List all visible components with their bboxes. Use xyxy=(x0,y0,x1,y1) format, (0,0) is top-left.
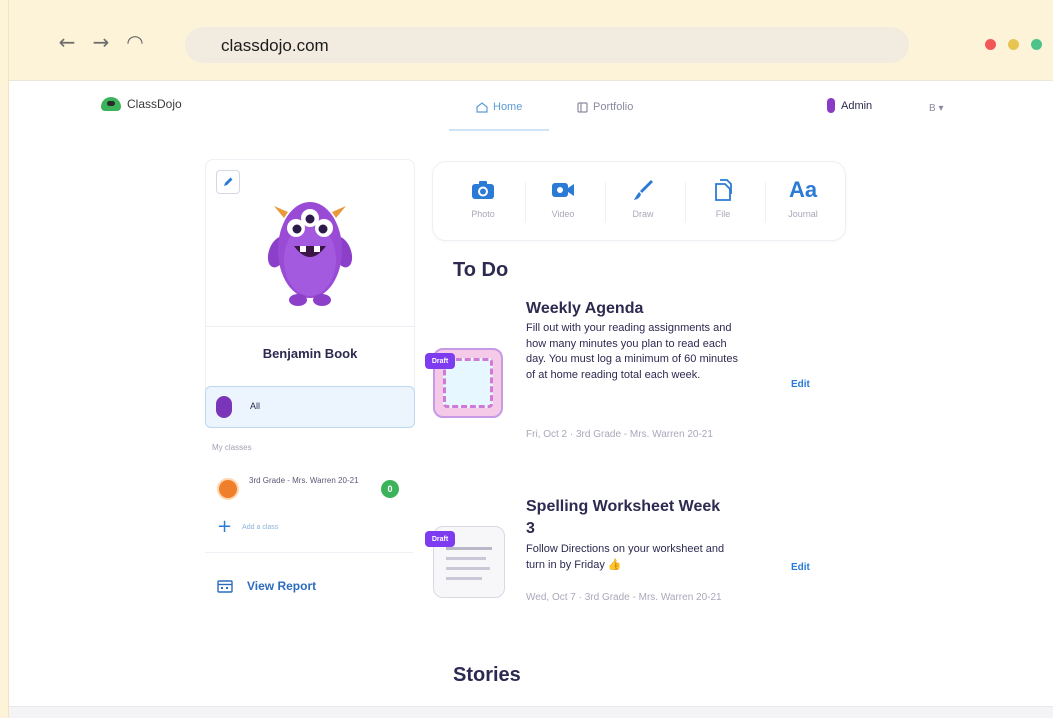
task-title: Spelling Worksheet Week 3 xyxy=(526,498,721,537)
post-composer-toolbar: Photo Video Draw File Aa Journal xyxy=(432,161,846,241)
window-minimize-dot[interactable] xyxy=(1008,39,1019,50)
add-class-button[interactable]: + Add a class xyxy=(217,518,278,536)
tool-divider xyxy=(685,182,686,222)
journal-tool-button[interactable]: Aa Journal xyxy=(773,176,833,219)
todo-item[interactable]: Draft Spelling Worksheet Week 3 Follow D… xyxy=(425,494,845,644)
classdojo-app: ClassDojo Home Portfolio Admin B ▾ Benja… xyxy=(9,81,1053,706)
tool-divider xyxy=(525,182,526,222)
view-report-label: View Report xyxy=(247,579,317,593)
logo-text: ClassDojo xyxy=(127,97,182,111)
language-dropdown[interactable]: B ▾ xyxy=(929,103,943,114)
draw-tool-button[interactable]: Draw xyxy=(613,176,673,219)
active-tab-indicator xyxy=(449,129,549,131)
window-maximize-dot[interactable] xyxy=(1031,39,1042,50)
video-tool-label: Video xyxy=(551,209,575,219)
photo-tool-label: Photo xyxy=(471,209,495,219)
calendar-icon xyxy=(217,580,233,593)
student-selector-all[interactable]: All xyxy=(205,386,415,428)
video-tool-button[interactable]: Video xyxy=(533,176,593,219)
camera-icon xyxy=(472,181,494,199)
task-description: Fill out with your reading assignments a… xyxy=(526,322,738,381)
portfolio-icon xyxy=(577,101,588,113)
task-meta: Fri, Oct 2 · 3rd Grade - Mrs. Warren 20-… xyxy=(526,429,713,440)
plus-icon: + xyxy=(217,516,233,537)
monster-avatar-icon xyxy=(267,202,353,306)
pencil-icon xyxy=(224,177,233,186)
class-name: 3rd Grade - Mrs. Warren 20-21 xyxy=(249,476,359,485)
student-name: Benjamin Book xyxy=(262,346,358,361)
draft-badge: Draft xyxy=(425,353,455,369)
class-points-badge: 0 xyxy=(381,480,399,498)
tool-divider xyxy=(605,182,606,222)
todo-heading: To Do xyxy=(453,259,509,281)
dojo-logo-icon xyxy=(101,97,121,111)
video-icon xyxy=(552,183,574,197)
sidebar-divider xyxy=(205,552,413,553)
add-class-label: Add a class xyxy=(242,523,279,531)
file-tool-button[interactable]: File xyxy=(693,176,753,219)
draft-badge: Draft xyxy=(425,531,455,547)
journal-icon: Aa xyxy=(788,177,818,202)
stories-heading: Stories xyxy=(453,664,521,686)
admin-label: Admin xyxy=(841,99,873,112)
edit-button[interactable]: Edit xyxy=(791,379,810,390)
browser-window: ← → ◠ classdojo.com ClassDojo Home Portf… xyxy=(8,0,1053,718)
view-report-link[interactable]: View Report xyxy=(217,579,316,593)
file-icon xyxy=(715,179,732,201)
profile-divider xyxy=(206,326,414,327)
page-bottom-bar xyxy=(9,706,1053,718)
reload-icon[interactable]: ◠ xyxy=(123,30,147,54)
address-bar[interactable]: classdojo.com xyxy=(185,27,909,63)
tab-portfolio[interactable]: Portfolio xyxy=(577,101,633,113)
tab-portfolio-label: Portfolio xyxy=(593,101,634,113)
browser-toolbar: ← → ◠ classdojo.com xyxy=(9,0,1053,80)
task-description: Follow Directions on your worksheet and … xyxy=(526,543,725,571)
student-profile-card: Benjamin Book xyxy=(205,159,415,403)
task-title: Weekly Agenda xyxy=(526,300,644,317)
todo-item[interactable]: Draft Weekly Agenda Fill out with your r… xyxy=(425,293,845,473)
edit-button[interactable]: Edit xyxy=(791,562,810,573)
my-classes-heading: My classes xyxy=(212,443,252,452)
url-text: classdojo.com xyxy=(221,36,329,55)
draw-tool-label: Draw xyxy=(632,209,654,219)
tool-divider xyxy=(765,182,766,222)
window-close-dot[interactable] xyxy=(985,39,996,50)
admin-account[interactable]: Admin xyxy=(827,98,872,113)
classdojo-logo[interactable]: ClassDojo xyxy=(101,97,182,111)
tab-home-label: Home xyxy=(493,101,523,113)
class-list-item[interactable]: 3rd Grade - Mrs. Warren 20-21 0 xyxy=(205,468,413,508)
back-arrow-icon[interactable]: ← xyxy=(55,30,79,54)
file-tool-label: File xyxy=(715,209,731,219)
student-avatar xyxy=(216,396,232,418)
forward-arrow-icon[interactable]: → xyxy=(89,30,113,54)
admin-avatar xyxy=(827,98,835,113)
class-avatar xyxy=(217,478,239,500)
student-selector-label: All xyxy=(250,401,261,411)
task-meta: Wed, Oct 7 · 3rd Grade - Mrs. Warren 20-… xyxy=(526,592,722,603)
edit-avatar-button[interactable] xyxy=(216,170,240,194)
tab-home[interactable]: Home xyxy=(476,101,522,113)
brush-icon xyxy=(634,180,653,200)
home-icon xyxy=(476,101,488,113)
journal-tool-label: Journal xyxy=(788,209,818,219)
photo-tool-button[interactable]: Photo xyxy=(453,176,513,219)
